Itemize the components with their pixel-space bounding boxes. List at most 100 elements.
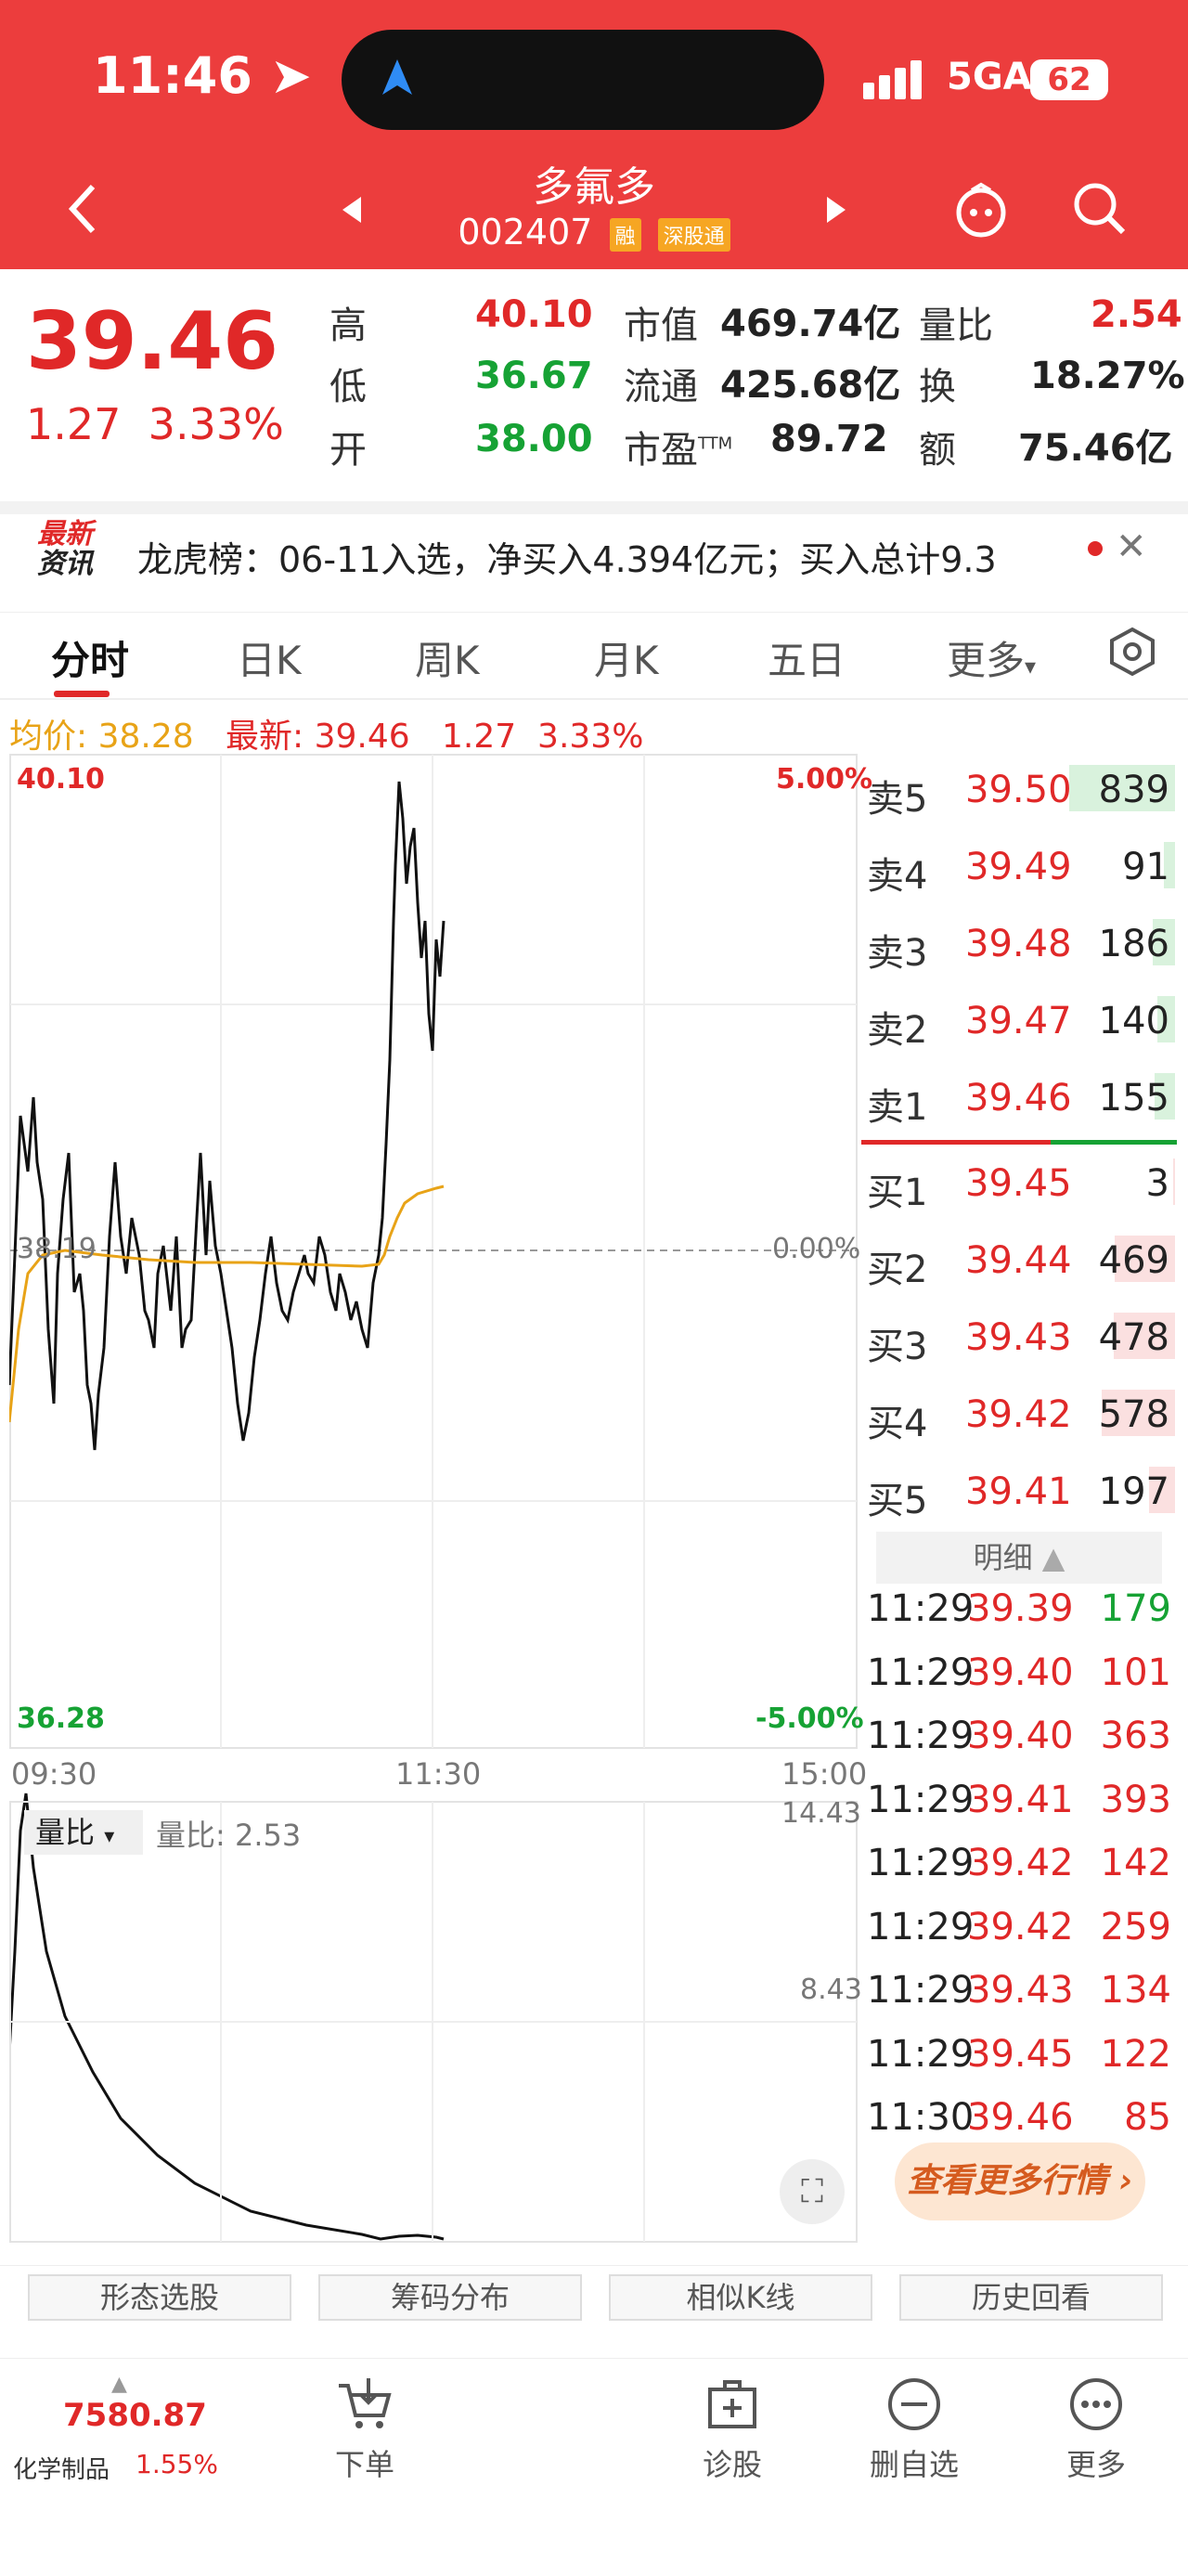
tick-price: 39.42 — [967, 1842, 1074, 1884]
time-start: 09:30 — [11, 1756, 97, 1792]
bid-row[interactable]: 买2 39.44 469 — [867, 1224, 1179, 1301]
trade-tick-row: 11:29 39.40 363 — [867, 1705, 1179, 1768]
history-replay-button[interactable]: 历史回看 — [899, 2274, 1163, 2321]
mktcap-label: 市值 — [624, 304, 698, 347]
bid-vol: 197 — [1098, 1470, 1169, 1513]
ask-label: 卖5 — [867, 778, 928, 821]
pct-axis-mid: 0.00% — [772, 1233, 861, 1265]
book-divider — [861, 1140, 1177, 1145]
tick-price: 39.39 — [967, 1587, 1074, 1630]
tick-time: 11:29 — [867, 1650, 975, 1694]
minus-circle-icon — [888, 2378, 940, 2430]
y-axis-mid: 38.19 — [17, 1233, 97, 1265]
pe-value: 89.72 — [770, 418, 888, 460]
cart-icon — [339, 2378, 392, 2428]
chip-distribution-button[interactable]: 筹码分布 — [318, 2274, 582, 2321]
trade-tick-row: 11:30 39.46 85 — [867, 2087, 1179, 2150]
bid-row[interactable]: 买3 39.43 478 — [867, 1301, 1179, 1378]
bid-row[interactable]: 买1 39.45 3 — [867, 1147, 1179, 1223]
bid-label: 买4 — [867, 1403, 928, 1445]
bid-row[interactable]: 买4 39.42 578 — [867, 1379, 1179, 1455]
nav-more[interactable]: 更多 — [1027, 2376, 1166, 2484]
nav-diagnose[interactable]: 诊股 — [663, 2376, 802, 2484]
news-text[interactable]: 龙虎榜：06-11入选，净买入4.394亿元；买入总计9.3 — [137, 531, 997, 582]
index-pct: 1.55% — [136, 2449, 218, 2479]
low-value: 36.67 — [475, 355, 593, 397]
indicator-select[interactable]: 量比 ▾ — [24, 1810, 143, 1855]
margin-tag: 融 — [609, 217, 641, 252]
bid-price: 39.41 — [965, 1470, 1072, 1513]
fullscreen-icon[interactable]: ⛶ — [780, 2159, 845, 2224]
ask-label: 卖4 — [867, 855, 928, 898]
nav-order[interactable]: 下单 — [295, 2376, 434, 2484]
trade-tick-row: 11:29 39.42 259 — [867, 1896, 1179, 1960]
bid-label: 买2 — [867, 1249, 928, 1291]
next-stock-icon[interactable] — [821, 193, 849, 227]
ask-price: 39.49 — [965, 846, 1072, 888]
ask-row[interactable]: 卖5 39.50 839 — [867, 754, 1179, 830]
intraday-chart[interactable] — [9, 754, 858, 2243]
tab-monthly-k[interactable]: 月K — [594, 629, 659, 686]
battery-icon: 62 — [1030, 59, 1108, 100]
tick-volume: 101 — [1100, 1650, 1171, 1694]
tick-volume: 85 — [1124, 2096, 1171, 2139]
close-news-icon[interactable]: ✕ — [1116, 525, 1147, 568]
ask-price: 39.48 — [965, 923, 1072, 965]
tick-price: 39.42 — [967, 1905, 1074, 1948]
dropdown-icon: ▾ — [104, 1825, 115, 1848]
ask-row[interactable]: 卖4 39.49 91 — [867, 831, 1179, 907]
tick-volume: 259 — [1100, 1905, 1171, 1948]
bid-row[interactable]: 买5 39.41 197 — [867, 1456, 1179, 1532]
trade-tick-row: 11:29 39.43 134 — [867, 1960, 1179, 2023]
robot-assistant-icon[interactable] — [951, 181, 1011, 240]
collapse-icon: ▲ — [1041, 1540, 1065, 1575]
bid-volume-bar — [1173, 1159, 1175, 1205]
time-mid: 11:30 — [395, 1756, 482, 1792]
search-icon[interactable] — [1069, 178, 1129, 238]
float-label: 流通 — [624, 366, 698, 408]
index-value[interactable]: 7580.87 — [63, 2397, 207, 2434]
tick-time: 11:29 — [867, 1587, 975, 1630]
ask-vol: 186 — [1098, 923, 1169, 965]
amount-label: 额 — [919, 429, 956, 472]
ask-price: 39.50 — [965, 769, 1072, 811]
tick-time: 11:29 — [867, 1778, 975, 1821]
more-dots-icon — [1070, 2378, 1122, 2430]
tick-volume: 142 — [1100, 1842, 1171, 1884]
bid-vol: 578 — [1098, 1393, 1169, 1436]
status-time: 11:46 ➤ — [93, 46, 312, 105]
tick-volume: 363 — [1100, 1715, 1171, 1757]
more-quotes-button[interactable]: 查看更多行情 › — [895, 2142, 1145, 2220]
open-value: 38.00 — [475, 418, 593, 460]
current-price: 39.46 — [26, 295, 279, 388]
ask-row[interactable]: 卖3 39.48 186 — [867, 908, 1179, 984]
tab-five-day[interactable]: 五日 — [768, 629, 846, 686]
ask-price: 39.47 — [965, 1000, 1072, 1042]
trade-tick-row: 11:29 39.42 142 — [867, 1832, 1179, 1896]
chevron-right-icon: › — [1118, 2162, 1133, 2200]
tick-price: 39.41 — [967, 1778, 1074, 1821]
similar-kline-button[interactable]: 相似K线 — [609, 2274, 872, 2321]
nav-remove-watchlist[interactable]: 删自选 — [845, 2376, 984, 2484]
ask-row[interactable]: 卖2 39.47 140 — [867, 985, 1179, 1061]
tab-more[interactable]: 更多▾ — [947, 629, 1036, 686]
trade-tick-row: 11:29 39.45 122 — [867, 2024, 1179, 2087]
news-tag: 最新 资讯 — [37, 518, 93, 580]
ask-row[interactable]: 卖1 39.46 155 — [867, 1062, 1179, 1138]
detail-header[interactable]: 明细 ▲ — [876, 1532, 1162, 1584]
settings-hex-icon[interactable] — [1106, 626, 1158, 678]
bid-label: 买3 — [867, 1326, 928, 1368]
bid-price: 39.45 — [965, 1162, 1072, 1205]
navigation-icon — [382, 59, 412, 95]
tick-price: 39.40 — [967, 1715, 1074, 1757]
tab-daily-k[interactable]: 日K — [237, 629, 302, 686]
stock-code: 002407 — [458, 212, 593, 252]
tick-price: 39.43 — [967, 1969, 1074, 2012]
tick-time: 11:29 — [867, 1715, 975, 1757]
ask-price: 39.46 — [965, 1077, 1072, 1120]
trade-tick-row: 11:29 39.39 179 — [867, 1578, 1179, 1641]
tab-weekly-k[interactable]: 周K — [415, 629, 480, 686]
tab-intraday[interactable]: 分时 — [51, 629, 129, 686]
pattern-screen-button[interactable]: 形态选股 — [28, 2274, 291, 2321]
high-value: 40.10 — [475, 293, 593, 336]
